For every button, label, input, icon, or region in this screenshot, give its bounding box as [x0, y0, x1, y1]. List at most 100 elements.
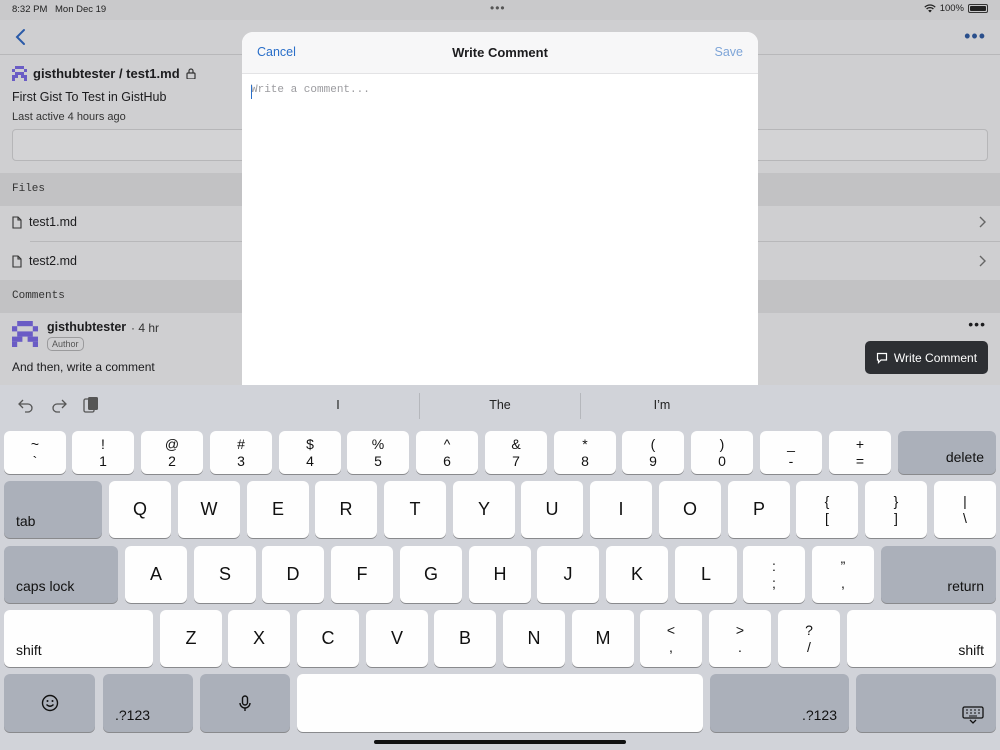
key-t[interactable]: T [384, 481, 446, 538]
key-7[interactable]: & 7 [485, 431, 547, 474]
comment-textarea[interactable] [251, 84, 746, 374]
key-2[interactable]: @2 [141, 431, 203, 474]
key-d[interactable]: D [262, 546, 324, 603]
key-right-brace[interactable]: }] [865, 481, 927, 538]
key-f[interactable]: F [331, 546, 393, 603]
key-quote[interactable]: ”, [812, 546, 874, 603]
key-a[interactable]: A [125, 546, 187, 603]
author-badge: Author [47, 337, 84, 351]
comment-more-icon[interactable]: ••• [968, 316, 986, 332]
right-shift-key[interactable]: shift [847, 610, 996, 667]
key-q[interactable]: Q [109, 481, 171, 538]
redo-icon[interactable] [50, 396, 68, 414]
file-icon [12, 215, 22, 229]
key-h[interactable]: H [469, 546, 531, 603]
key-backslash[interactable]: | \ [934, 481, 996, 538]
key-j[interactable]: J [537, 546, 599, 603]
key-4[interactable]: $4 [279, 431, 341, 474]
key-l[interactable]: L [675, 546, 737, 603]
key-0[interactable]: ) 0 [691, 431, 753, 474]
status-bar: 8:32 PM Mon Dec 19 ••• 100% [0, 0, 1000, 20]
file-name: test1.md [29, 215, 77, 229]
numbers-toggle-key-right[interactable]: .?123 [710, 674, 849, 732]
key-i[interactable]: I [590, 481, 652, 538]
key-e[interactable]: E [247, 481, 309, 538]
space-bar[interactable] [297, 674, 703, 732]
key-m[interactable]: M [572, 610, 634, 667]
key-left-brace[interactable]: {[ [796, 481, 858, 538]
key-y[interactable]: Y [453, 481, 515, 538]
key-minus[interactable]: _ - [760, 431, 822, 474]
paste-icon[interactable] [82, 396, 100, 414]
delete-key[interactable]: delete [898, 431, 996, 474]
keyboard-toolbar: I The I’m [0, 385, 1000, 427]
key-s[interactable]: S [194, 546, 256, 603]
suggestion-divider [580, 393, 581, 419]
key-r[interactable]: R [315, 481, 377, 538]
key-5[interactable]: % 5 [347, 431, 409, 474]
commenter-avatar-icon [12, 321, 38, 347]
file-icon [12, 254, 22, 268]
status-date: Mon Dec 19 [55, 4, 107, 15]
key-x[interactable]: X [228, 610, 290, 667]
caps-lock-key[interactable]: caps lock [4, 546, 118, 603]
status-time: 8:32 PM [12, 4, 48, 15]
key-equals[interactable]: + = [829, 431, 891, 474]
write-comment-label: Write Comment [893, 350, 978, 365]
suggestion-2[interactable]: The [420, 398, 580, 412]
key-p[interactable]: P [728, 481, 790, 538]
multitasking-dots-icon[interactable]: ••• [490, 1, 506, 15]
key-8[interactable]: * 8 [554, 431, 616, 474]
write-comment-sheet: Cancel Write Comment Save [242, 32, 758, 392]
dismiss-keyboard-key[interactable] [856, 674, 996, 732]
more-options-icon[interactable]: ••• [964, 26, 986, 47]
key-o[interactable]: O [659, 481, 721, 538]
tab-key[interactable]: tab [4, 481, 102, 538]
chevron-right-icon [979, 216, 986, 228]
key-u[interactable]: U [521, 481, 583, 538]
key-9[interactable]: (9 [622, 431, 684, 474]
dictation-key[interactable] [200, 674, 290, 732]
key-z[interactable]: Z [160, 610, 222, 667]
gist-owner-repo[interactable]: gisthubtester / test1.md [33, 66, 180, 81]
comment-author[interactable]: gisthubtester [47, 320, 126, 334]
key-w[interactable]: W [178, 481, 240, 538]
key-b[interactable]: B [434, 610, 496, 667]
numbers-toggle-key-left[interactable]: .?123 [103, 674, 193, 732]
emoji-key[interactable] [4, 674, 95, 732]
key-tilde[interactable]: ~ ` [4, 431, 66, 474]
suggestion-3[interactable]: I’m [582, 398, 742, 412]
key-3[interactable]: #3 [210, 431, 272, 474]
key-comma[interactable]: <, [640, 610, 702, 667]
emoji-icon [41, 694, 58, 712]
sheet-title: Write Comment [452, 45, 548, 60]
home-indicator[interactable] [374, 740, 626, 744]
microphone-icon [239, 695, 251, 711]
back-chevron-icon[interactable] [14, 28, 28, 46]
comment-bubble-icon [876, 352, 888, 364]
key-v[interactable]: V [366, 610, 428, 667]
chevron-right-icon [979, 255, 986, 267]
key-n[interactable]: N [503, 610, 565, 667]
suggestion-1[interactable]: I [258, 398, 418, 412]
return-key[interactable]: return [881, 546, 996, 603]
battery-percent: 100% [939, 3, 964, 14]
battery-icon [968, 4, 988, 13]
key-k[interactable]: K [606, 546, 668, 603]
key-period[interactable]: >. [709, 610, 771, 667]
on-screen-keyboard: I The I’m ~ ` ! 1 @2 #3 $4 % 5 ^ 6 & 7 * 8 (9 … [0, 385, 1000, 750]
text-caret [251, 85, 252, 99]
key-slash[interactable]: ? / [778, 610, 840, 667]
key-g[interactable]: G [400, 546, 462, 603]
left-shift-key[interactable]: shift [4, 610, 153, 667]
undo-icon[interactable] [17, 396, 35, 414]
wifi-icon [924, 4, 936, 13]
key-6[interactable]: ^ 6 [416, 431, 478, 474]
sheet-header: Cancel Write Comment Save [242, 32, 758, 74]
key-1[interactable]: ! 1 [72, 431, 134, 474]
key-semicolon[interactable]: :; [743, 546, 805, 603]
save-button[interactable]: Save [715, 45, 744, 59]
owner-avatar-icon [12, 66, 27, 81]
key-c[interactable]: C [297, 610, 359, 667]
write-comment-button[interactable]: Write Comment [865, 341, 988, 374]
